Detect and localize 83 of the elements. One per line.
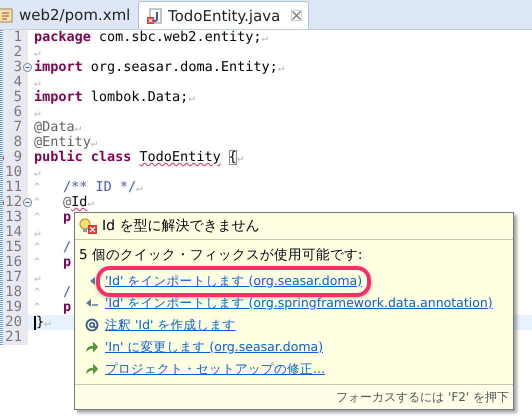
- keyword: class: [90, 150, 132, 165]
- keyword: import: [34, 60, 83, 75]
- comment: /: [63, 240, 72, 255]
- annotation: @: [63, 195, 72, 210]
- problem-message: Id を型に解決できません: [102, 217, 260, 235]
- line-number: 15: [4, 240, 22, 255]
- code-text: }: [36, 315, 44, 330]
- editor-tab[interactable]: TodoEntity.java: [138, 1, 310, 29]
- line-break-mark: ↵: [34, 105, 41, 120]
- line-break-mark: ↵: [74, 120, 82, 135]
- tab-mark: ^: [34, 196, 42, 210]
- line-break-mark: ↵: [44, 315, 51, 330]
- quick-fix-link[interactable]: 'In' に変更します (org.seasar.doma): [105, 338, 324, 354]
- line-break-mark: ↵: [87, 195, 94, 210]
- keyword: p: [63, 255, 72, 270]
- line-break-mark: ↵: [34, 165, 41, 180]
- keyword: p: [63, 210, 72, 225]
- keyword: p: [63, 300, 72, 315]
- java-file-icon: [147, 8, 163, 24]
- line-break-mark: ↵: [34, 270, 41, 285]
- line-break-mark: ↵: [136, 180, 143, 195]
- quick-fix-link[interactable]: 注釈 'Id' を作成します: [105, 316, 236, 332]
- annotation: @Entity: [34, 135, 91, 150]
- line-number: 10: [4, 165, 22, 180]
- annotation: @Data: [34, 120, 75, 135]
- line-break-mark: ↵: [34, 45, 41, 60]
- at-sign-icon: [85, 318, 99, 332]
- tab-mark: ^: [34, 301, 42, 315]
- code-text: com.sbc.web2.entity;: [98, 30, 262, 45]
- line-number: 19: [4, 300, 22, 315]
- tab-mark: ^: [34, 241, 42, 255]
- quick-fix-link[interactable]: 'Id' をインポートします (org.seasar.doma): [105, 272, 362, 288]
- keyword: import: [34, 90, 83, 105]
- import-arrow-icon: [90, 277, 94, 285]
- line-number: 1: [12, 30, 22, 45]
- quick-fix-link[interactable]: プロジェクト・セットアップの修正...: [105, 360, 325, 376]
- quick-fix-link[interactable]: 'Id' をインポートします (org.springframework.data.annotation): [105, 294, 493, 310]
- line-number: 18: [4, 285, 22, 300]
- comment: /** ID */: [63, 180, 136, 195]
- line-number: 8: [12, 135, 22, 150]
- code-text: org.seasar.doma.Entity;: [90, 60, 278, 75]
- matching-bracket: {: [228, 150, 237, 165]
- tab-mark: ^: [34, 211, 42, 225]
- line-number: 6: [12, 105, 22, 120]
- error-text: TodoEntity: [139, 150, 221, 165]
- line-number: 5: [12, 90, 22, 105]
- line-break-mark: ↵: [34, 225, 41, 240]
- line-number: 13: [4, 210, 22, 225]
- quick-fix-heading: 5 個のクイック・フィックスが使用可能です:: [79, 246, 364, 264]
- comment: /: [63, 285, 72, 300]
- forward-arrow-icon: [86, 342, 98, 352]
- tab-mark: ^: [34, 256, 42, 270]
- line-number: 17: [4, 270, 22, 285]
- error-text: Id: [71, 195, 88, 210]
- forward-arrow-icon: [86, 364, 98, 374]
- editor-tab[interactable]: web2/pom.xml: [0, 1, 138, 29]
- line-break-mark: ↵: [261, 30, 268, 45]
- line-number: 2: [12, 45, 22, 60]
- focus-hint: フォーカスするには 'F2' を押下: [336, 389, 509, 406]
- line-number: 16: [4, 255, 22, 270]
- lightbulb-error-icon: [79, 218, 99, 234]
- line-number: 7: [12, 120, 22, 135]
- line-number: 4: [12, 75, 22, 90]
- line-break-mark: ↵: [188, 90, 195, 105]
- line-number: 9: [12, 150, 22, 165]
- line-break-mark: ↵: [278, 60, 284, 75]
- line-break-mark: ↵: [90, 135, 98, 150]
- keyword: package: [34, 30, 91, 45]
- line-number: 21: [4, 330, 22, 345]
- line-number: 14: [4, 225, 22, 240]
- tab-mark: ^: [34, 286, 42, 300]
- code-text: lombok.Data;: [90, 90, 188, 105]
- line-break-mark: ↵: [34, 75, 41, 90]
- line-number: 3: [12, 60, 22, 75]
- xml-file-icon: [0, 7, 14, 23]
- line-number: 20: [4, 315, 22, 330]
- line-break-mark: ↵: [236, 150, 244, 165]
- keyword: public: [34, 150, 83, 165]
- import-arrow-icon: [86, 299, 98, 307]
- line-number: 12: [4, 195, 22, 210]
- close-icon[interactable]: [291, 10, 302, 21]
- tab-mark: ^: [34, 181, 42, 195]
- line-number: 11: [4, 180, 22, 195]
